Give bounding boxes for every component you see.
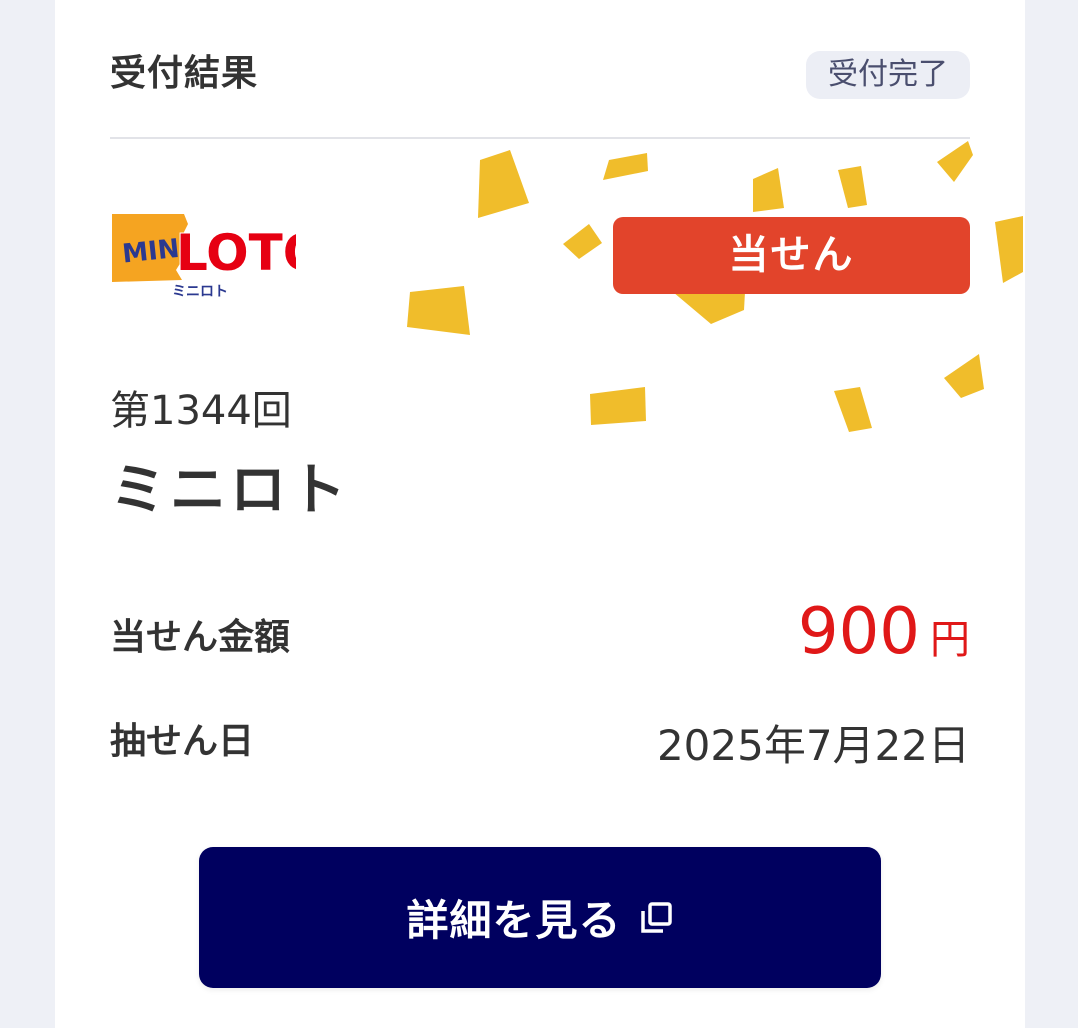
draw-number: 第1344回 [110, 388, 292, 434]
winning-badge: 当せん [613, 217, 970, 294]
view-details-label: 詳細を見る [406, 897, 622, 944]
miniloto-logo: MINI LOTO ミニロト [112, 214, 296, 300]
draw-date: 2025年7月22日 [656, 721, 970, 770]
page-title: 受付結果 [110, 53, 259, 94]
prize-amount-unit: 円 [930, 617, 970, 663]
prize-amount-value: 900 [797, 595, 920, 669]
open-in-new-window-icon [640, 901, 672, 933]
svg-text:ミニロト: ミニロト [172, 284, 228, 300]
game-name: ミニロト [110, 458, 350, 523]
svg-text:LOTO: LOTO [176, 224, 296, 282]
draw-date-label: 抽せん日 [110, 721, 255, 762]
prize-label: 当せん金額 [110, 617, 291, 658]
divider [110, 137, 970, 139]
result-card: 受付結果 受付完了 MINI LOTO ミニロト 当せん 第1344回 ミニロト… [55, 0, 1025, 1028]
prize-amount: 900 円 [798, 595, 970, 669]
status-badge: 受付完了 [806, 51, 970, 99]
view-details-button[interactable]: 詳細を見る [199, 847, 881, 988]
